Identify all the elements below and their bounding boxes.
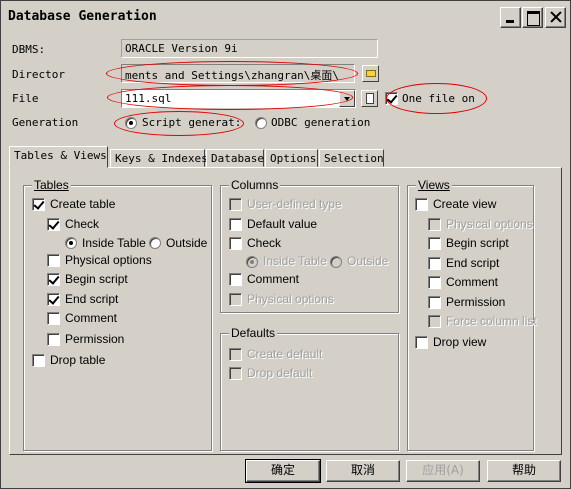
table-permission-checkbox[interactable]: [47, 333, 60, 346]
table-inside-table-label: Inside Table: [82, 236, 146, 250]
force-column-list-checkbox[interactable]: [428, 315, 441, 328]
tables-group-title: Tables: [32, 178, 71, 192]
create-table-label: Create table: [50, 197, 116, 211]
tab-tables-views[interactable]: Tables & Views: [9, 146, 108, 168]
table-comment-label: Comment: [65, 311, 118, 325]
script-generation-radio[interactable]: [125, 117, 137, 129]
view-permission-label: Permission: [446, 295, 506, 309]
column-comment-checkbox[interactable]: [229, 273, 242, 286]
file-label: File: [12, 92, 39, 105]
view-permission-checkbox[interactable]: [428, 296, 441, 309]
minimize-button[interactable]: [500, 7, 521, 28]
column-physical-options-checkbox[interactable]: [229, 293, 242, 306]
column-physical-options-label: Physical options: [247, 292, 334, 306]
column-comment-label: Comment: [247, 272, 300, 286]
odbc-generation-label: ODBC generation: [271, 116, 371, 129]
column-check-label: Check: [247, 236, 282, 250]
page-icon: [366, 93, 374, 104]
column-outside-radio[interactable]: [330, 256, 342, 268]
odbc-generation-radio[interactable]: [255, 117, 267, 129]
table-comment-checkbox[interactable]: [47, 312, 60, 325]
view-comment-checkbox[interactable]: [428, 276, 441, 289]
generation-label: Generation: [12, 116, 79, 129]
browse-directory-button[interactable]: [362, 65, 379, 82]
table-permission-label: Permission: [65, 332, 125, 346]
view-begin-script-checkbox[interactable]: [428, 237, 441, 250]
file-dropdown-button[interactable]: [339, 90, 355, 107]
drop-default-label: Drop default: [247, 366, 313, 380]
column-inside-table-label: Inside Table: [263, 254, 327, 268]
drop-view-checkbox[interactable]: [415, 336, 428, 349]
folder-icon: [366, 70, 376, 77]
table-check-checkbox[interactable]: [47, 218, 60, 231]
title-bar[interactable]: Database Generation: [2, 2, 569, 30]
default-value-label: Default value: [247, 217, 318, 231]
dbms-field: ORACLE Version 9i: [121, 39, 378, 58]
drop-table-checkbox[interactable]: [32, 354, 45, 367]
column-inside-table-radio[interactable]: [246, 256, 258, 268]
view-physical-options-label: Physical options: [446, 217, 533, 231]
create-view-label: Create view: [433, 197, 497, 211]
table-inside-table-radio[interactable]: [65, 237, 77, 249]
table-outside-label: Outside: [166, 236, 208, 250]
window-title: Database Generation: [8, 9, 157, 24]
create-default-label: Create default: [247, 347, 323, 361]
create-view-checkbox[interactable]: [415, 198, 428, 211]
ok-button[interactable]: 确定: [245, 459, 321, 483]
file-combobox[interactable]: 111.sql: [121, 89, 356, 108]
table-outside-radio[interactable]: [149, 237, 161, 249]
one-file-only-checkbox[interactable]: [385, 92, 398, 105]
columns-group-title: Columns: [229, 178, 281, 192]
table-end-script-label: End script: [65, 292, 119, 306]
view-comment-label: Comment: [446, 275, 499, 289]
tab-options[interactable]: Options: [265, 149, 318, 167]
drop-default-checkbox[interactable]: [229, 367, 242, 380]
table-physical-options-label: Physical options: [65, 253, 152, 267]
edit-file-button[interactable]: [361, 90, 378, 107]
table-begin-script-checkbox[interactable]: [47, 273, 60, 286]
maximize-button[interactable]: [522, 7, 543, 28]
create-table-checkbox[interactable]: [32, 198, 45, 211]
table-end-script-checkbox[interactable]: [47, 293, 60, 306]
one-file-only-label: One file on: [402, 92, 475, 105]
column-outside-label: Outside: [347, 254, 389, 268]
views-group-title: Views: [416, 178, 452, 192]
view-physical-options-checkbox[interactable]: [428, 218, 441, 231]
force-column-list-label: Force column list: [446, 314, 537, 328]
view-begin-script-label: Begin script: [446, 236, 509, 250]
tab-database[interactable]: Database: [206, 149, 264, 167]
table-physical-options-checkbox[interactable]: [47, 254, 60, 267]
database-generation-dialog: Database Generation DBMS: ORACLE Version…: [0, 0, 571, 489]
view-end-script-label: End script: [446, 256, 500, 270]
close-button[interactable]: [545, 7, 566, 28]
drop-view-label: Drop view: [433, 335, 487, 349]
tab-selection[interactable]: Selection: [319, 149, 384, 167]
directory-input[interactable]: ments and Settings\zhangran\桌面\: [121, 64, 355, 83]
defaults-group-title: Defaults: [229, 326, 278, 340]
user-defined-type-checkbox[interactable]: [229, 198, 242, 211]
tab-keys-indexes[interactable]: Keys & Indexes: [110, 149, 208, 167]
table-check-label: Check: [65, 217, 100, 231]
dbms-label: DBMS:: [12, 43, 46, 56]
table-begin-script-label: Begin script: [65, 272, 128, 286]
cancel-button[interactable]: 取消: [326, 460, 400, 482]
help-button[interactable]: 帮助: [487, 460, 561, 482]
column-check-checkbox[interactable]: [229, 237, 242, 250]
user-defined-type-label: User-defined type: [247, 197, 342, 211]
apply-button[interactable]: 应用(A): [406, 460, 480, 482]
create-default-checkbox[interactable]: [229, 348, 242, 361]
directory-label: Director: [12, 68, 65, 81]
view-end-script-checkbox[interactable]: [428, 257, 441, 270]
drop-table-label: Drop table: [50, 353, 106, 367]
script-generation-label: Script generat:: [142, 116, 242, 129]
default-value-checkbox[interactable]: [229, 218, 242, 231]
